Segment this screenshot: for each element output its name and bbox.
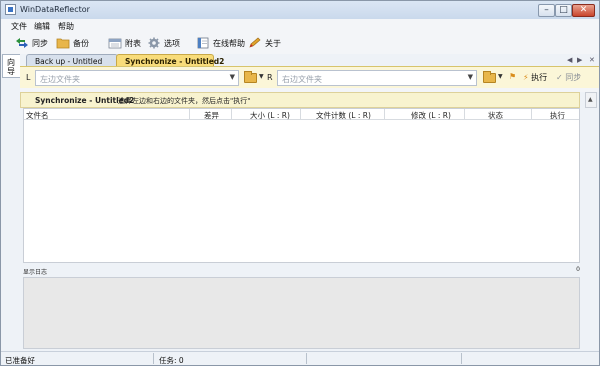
status-tasks: 任务: 0 (159, 356, 184, 365)
about-toolbar-button[interactable]: 关于 (248, 36, 284, 50)
schedule-icon (108, 38, 122, 49)
right-browse-dropdown-icon[interactable]: ▼ (498, 73, 503, 80)
right-folder-input[interactable]: 右边文件夹 ▼ (277, 70, 477, 86)
tab-next-icon[interactable]: ▶ (577, 56, 582, 64)
check-icon: ✓ (556, 73, 563, 82)
flag-icon[interactable]: ⚑ (509, 72, 516, 81)
job-hint: 选择左边和右边的文件夹，然后点击"执行" (118, 97, 251, 105)
left-folder-input[interactable]: 左边文件夹 ▼ (35, 70, 239, 86)
execute-button[interactable]: ⚡ 执行 (523, 72, 547, 83)
menu-edit[interactable]: 编辑 (34, 21, 50, 32)
sync-arrows-icon (16, 38, 28, 48)
title-bar: WinDataReflector – □ ✕ (1, 1, 599, 19)
options-toolbar-button[interactable]: 选项 (147, 36, 183, 50)
folder-icon (56, 38, 70, 49)
close-button[interactable]: ✕ (572, 4, 595, 17)
column-divider[interactable] (189, 109, 190, 120)
comparison-table[interactable]: 文件名 差异 大小 (L : R) 文件计数 (L : R) 修改 (L : R… (23, 108, 580, 263)
col-file-count[interactable]: 文件计数 (L : R) (316, 110, 371, 121)
toolbar: 同步 备份 附表 选项 在线帮助 关于 (1, 32, 599, 54)
column-divider[interactable] (464, 109, 465, 120)
help-book-icon (197, 37, 209, 49)
status-bar: 已准备好 任务: 0 (1, 351, 599, 365)
lightning-icon: ⚡ (523, 73, 529, 82)
col-difference[interactable]: 差异 (204, 110, 219, 121)
column-divider[interactable] (384, 109, 385, 120)
column-divider[interactable] (531, 109, 532, 120)
col-file-name[interactable]: 文件名 (26, 110, 49, 121)
sync-toolbar-button[interactable]: 同步 (15, 36, 51, 50)
gear-icon (148, 37, 160, 49)
sync-button[interactable]: ✓ 同步 (556, 72, 581, 83)
right-folder-label: R (267, 73, 273, 82)
chevron-down-icon[interactable]: ▼ (468, 73, 473, 81)
about-pencil-icon (249, 37, 261, 48)
left-browse-dropdown-icon[interactable]: ▼ (259, 73, 264, 80)
status-divider (306, 353, 307, 364)
log-panel (23, 277, 580, 349)
col-modified[interactable]: 修改 (L : R) (411, 110, 451, 121)
backup-toolbar-button[interactable]: 备份 (56, 36, 92, 50)
right-browse-folder-icon[interactable] (483, 71, 496, 83)
show-log-label: 显示日志 (23, 269, 48, 276)
app-icon (5, 4, 16, 15)
menu-file[interactable]: 文件 (11, 21, 27, 32)
tab-close-icon[interactable]: ✕ (589, 56, 595, 64)
status-divider (153, 353, 154, 364)
menu-help[interactable]: 帮助 (58, 21, 74, 32)
document-tab-row: Back up - Untitled Synchronize - Untitle… (20, 54, 599, 67)
attach-toolbar-button[interactable]: 附表 (108, 36, 144, 50)
log-header[interactable]: 显示日志 0 (23, 266, 580, 276)
wizard-side-tab[interactable]: 向导 (2, 54, 20, 78)
column-divider[interactable] (231, 109, 232, 120)
banner-scrollbar[interactable]: ▲ (585, 92, 597, 108)
online-help-toolbar-button[interactable]: 在线帮助 (196, 36, 245, 50)
tab-backup-untitled[interactable]: Back up - Untitled (26, 54, 118, 66)
job-banner: Synchronize - Untitled2 选择左边和右边的文件夹，然后点击… (20, 92, 580, 108)
table-header: 文件名 差异 大小 (L : R) 文件计数 (L : R) 修改 (L : R… (24, 109, 579, 120)
column-divider[interactable] (300, 109, 301, 120)
folder-path-bar: L 左边文件夹 ▼ ▼ R 右边文件夹 ▼ ▼ ⚑ ⚡ 执行 ✓ 同步 (20, 66, 599, 88)
status-divider (461, 353, 462, 364)
menu-bar: 文件 编辑 帮助 (1, 19, 599, 32)
status-ready: 已准备好 (5, 356, 35, 365)
chevron-down-icon[interactable]: ▼ (230, 73, 235, 81)
left-folder-label: L (26, 73, 31, 82)
app-window: WinDataReflector – □ ✕ 文件 编辑 帮助 同步 备份 附表… (0, 0, 600, 366)
left-browse-folder-icon[interactable] (244, 71, 257, 83)
maximize-button[interactable]: □ (555, 4, 572, 17)
log-toggle[interactable]: 0 (576, 266, 580, 273)
col-status[interactable]: 状态 (488, 110, 503, 121)
col-size[interactable]: 大小 (L : R) (250, 110, 290, 121)
tab-prev-icon[interactable]: ◀ (567, 56, 572, 64)
window-title: WinDataReflector (20, 5, 90, 14)
col-action[interactable]: 执行 (550, 110, 565, 121)
scroll-up-icon[interactable]: ▲ (588, 96, 593, 103)
minimize-button[interactable]: – (538, 4, 555, 17)
